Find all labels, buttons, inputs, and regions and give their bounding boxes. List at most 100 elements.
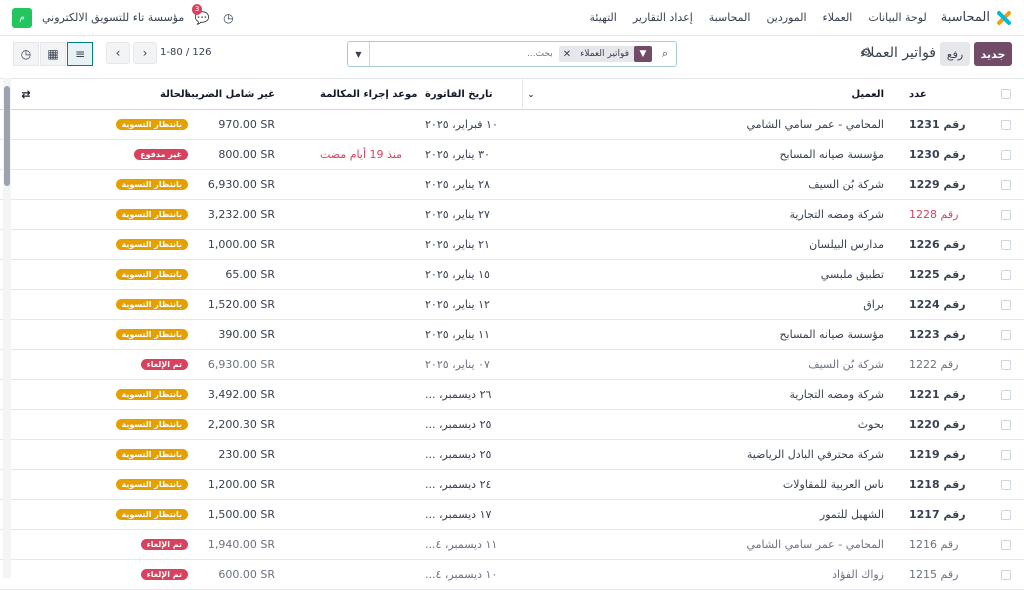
call-due — [320, 530, 420, 559]
list-view-button[interactable]: ≡ — [67, 42, 93, 66]
customer-name: شركة بُن السيف — [808, 178, 884, 191]
table-row[interactable]: رقم 1231 المحامي - عمر سامي الشامي ١٠ فب… — [0, 110, 1024, 140]
invoice-number: رقم 1225 — [909, 268, 966, 281]
pager-value[interactable]: 1-80 / 126 — [160, 47, 212, 58]
col-header-call-date[interactable]: موعد إجراء المكالمة — [320, 79, 420, 109]
search-options-toggle[interactable]: ▼ — [348, 42, 370, 66]
row-checkbox[interactable] — [1001, 440, 1012, 469]
table-row[interactable]: رقم 1230 مؤسسة صيانه المسابح ٣٠ يناير، ٢… — [0, 140, 1024, 170]
row-checkbox[interactable] — [1001, 140, 1012, 169]
status-badge: بانتظار التسوية — [115, 389, 188, 400]
next-page-button[interactable]: › — [133, 42, 157, 64]
chevron-down-icon[interactable]: ⌄ — [526, 79, 536, 109]
untaxed-amount: 1,500.00 SR — [207, 508, 275, 521]
kanban-view-button[interactable]: ▦ — [40, 42, 66, 66]
menu-item-customers[interactable]: العملاء — [823, 11, 853, 24]
status-cell: بانتظار التسوية — [100, 200, 188, 229]
untaxed-amount: 800.00 SR — [218, 148, 275, 161]
call-due — [320, 410, 420, 439]
col-header-customer[interactable]: العميل — [624, 79, 884, 109]
invoice-number: رقم 1230 — [909, 148, 966, 161]
col-header-number[interactable]: عدد — [909, 79, 989, 109]
customer-name: شركة ومضه التجارية — [789, 388, 884, 401]
status-badge: بانتظار التسوية — [115, 119, 188, 130]
filter-icon: ▼ — [634, 46, 652, 62]
status-cell: تم الإلغاء — [100, 530, 188, 559]
invoice-number: رقم 1219 — [909, 448, 966, 461]
table-row[interactable]: رقم 1222 شركة بُن السيف ٠٧ يناير، ٢٠٢٥ 6… — [0, 350, 1024, 380]
select-all-checkbox[interactable] — [1001, 79, 1012, 109]
untaxed-amount: 1,200.00 SR — [207, 478, 275, 491]
row-checkbox[interactable] — [1001, 320, 1012, 349]
col-header-status[interactable]: الحالة — [100, 79, 188, 109]
table-row[interactable]: رقم 1225 تطبيق ملبسي ١٥ يناير، ٢٠٢٥ 65.0… — [0, 260, 1024, 290]
table-row[interactable]: رقم 1229 شركة بُن السيف ٢٨ يناير، ٢٠٢٥ 6… — [0, 170, 1024, 200]
menu-item-accounting[interactable]: المحاسبة — [709, 11, 751, 24]
row-checkbox[interactable] — [1001, 290, 1012, 319]
customer-name: الشهيل للتمور — [819, 508, 884, 521]
table-row[interactable]: رقم 1226 مدارس البيلسان ٢١ يناير، ٢٠٢٥ 1… — [0, 230, 1024, 260]
row-checkbox[interactable] — [1001, 560, 1012, 589]
chat-icon[interactable]: 💬 3 — [191, 3, 210, 26]
invoice-date: ٢١ يناير، ٢٠٢٥ — [425, 238, 490, 251]
close-icon[interactable]: ✕ — [559, 49, 575, 60]
new-button[interactable]: جديد — [974, 42, 1012, 66]
status-badge: بانتظار التسوية — [115, 179, 188, 190]
customer-name: بحوث — [857, 418, 884, 431]
table-row[interactable]: رقم 1219 شركة محترفي البادل الرياضية ٢٥ … — [0, 440, 1024, 470]
gear-icon[interactable]: ⚙ — [861, 46, 871, 59]
customer-name: شركة محترفي البادل الرياضية — [746, 448, 884, 461]
top-navbar: المحاسبة لوحة البيانات العملاء الموردين … — [0, 0, 1024, 36]
table-row[interactable]: رقم 1216 المحامي - عمر سامي الشامي ١١ دي… — [0, 530, 1024, 560]
row-checkbox[interactable] — [1001, 530, 1012, 559]
table-row[interactable]: رقم 1223 مؤسسة صيانه المسابح ١١ يناير، ٢… — [0, 320, 1024, 350]
row-checkbox[interactable] — [1001, 470, 1012, 499]
status-badge: بانتظار التسوية — [115, 239, 188, 250]
invoice-date: ١٢ يناير، ٢٠٢٥ — [425, 298, 490, 311]
row-checkbox[interactable] — [1001, 260, 1012, 289]
menu-item-reporting[interactable]: إعداد التقارير — [633, 11, 693, 24]
col-header-invoice-date[interactable]: تاريخ الفاتورة — [425, 79, 520, 109]
table-header: عدد العميل ⌄ تاريخ الفاتورة موعد إجراء ا… — [0, 79, 1024, 110]
row-checkbox[interactable] — [1001, 230, 1012, 259]
untaxed-amount: 3,492.00 SR — [207, 388, 275, 401]
table-row[interactable]: رقم 1215 زواك الفؤاد ١٠ ديسمبر، ٤... 600… — [0, 560, 1024, 590]
main-menu: لوحة البيانات العملاء الموردين المحاسبة … — [590, 11, 927, 24]
table-row[interactable]: رقم 1220 بحوث ٢٥ ديسمبر، ... 2,200.30 SR… — [0, 410, 1024, 440]
status-cell: تم الإلغاء — [100, 350, 188, 379]
scrollbar[interactable] — [3, 78, 11, 578]
company-switcher[interactable]: مؤسسة تاء للتسويق الالكتروني — [42, 11, 184, 24]
status-badge: تم الإلغاء — [140, 359, 188, 370]
column-settings-icon[interactable]: ⇄ — [18, 79, 34, 109]
search-icon[interactable]: ⌕ — [654, 47, 676, 61]
col-header-untaxed[interactable]: غير شامل الضريبة — [185, 79, 275, 109]
row-checkbox[interactable] — [1001, 410, 1012, 439]
invoice-date: ١٥ يناير، ٢٠٢٥ — [425, 268, 490, 281]
menu-item-dashboard[interactable]: لوحة البيانات — [868, 11, 926, 24]
table-row[interactable]: رقم 1228 شركة ومضه التجارية ٢٧ يناير، ٢٠… — [0, 200, 1024, 230]
upload-button[interactable]: رفع — [940, 42, 970, 66]
table-row[interactable]: رقم 1224 براق ١٢ يناير، ٢٠٢٥ 1,520.00 SR… — [0, 290, 1024, 320]
row-checkbox[interactable] — [1001, 170, 1012, 199]
activity-clock-icon[interactable]: ◷ — [220, 10, 236, 26]
status-cell: بانتظار التسوية — [100, 470, 188, 499]
app-brand[interactable]: المحاسبة — [941, 9, 1012, 26]
menu-item-vendors[interactable]: الموردين — [766, 11, 806, 24]
status-cell: بانتظار التسوية — [100, 110, 188, 139]
row-checkbox[interactable] — [1001, 200, 1012, 229]
table-row[interactable]: رقم 1217 الشهيل للتمور ١٧ ديسمبر، ... 1,… — [0, 500, 1024, 530]
scrollbar-thumb[interactable] — [4, 86, 10, 186]
row-checkbox[interactable] — [1001, 350, 1012, 379]
previous-page-button[interactable]: ‹ — [106, 42, 130, 64]
row-checkbox[interactable] — [1001, 380, 1012, 409]
table-row[interactable]: رقم 1218 ناس العربية للمقاولات ٢٤ ديسمبر… — [0, 470, 1024, 500]
menu-item-configuration[interactable]: التهيئة — [590, 11, 617, 24]
table-row[interactable]: رقم 1221 شركة ومضه التجارية ٢٦ ديسمبر، .… — [0, 380, 1024, 410]
activity-view-button[interactable]: ◷ — [13, 42, 39, 66]
search-input[interactable] — [370, 49, 559, 59]
status-cell: بانتظار التسوية — [100, 410, 188, 439]
row-checkbox[interactable] — [1001, 500, 1012, 529]
row-checkbox[interactable] — [1001, 110, 1012, 139]
invoice-number: رقم 1216 — [909, 538, 959, 551]
user-avatar[interactable]: م — [12, 7, 32, 28]
